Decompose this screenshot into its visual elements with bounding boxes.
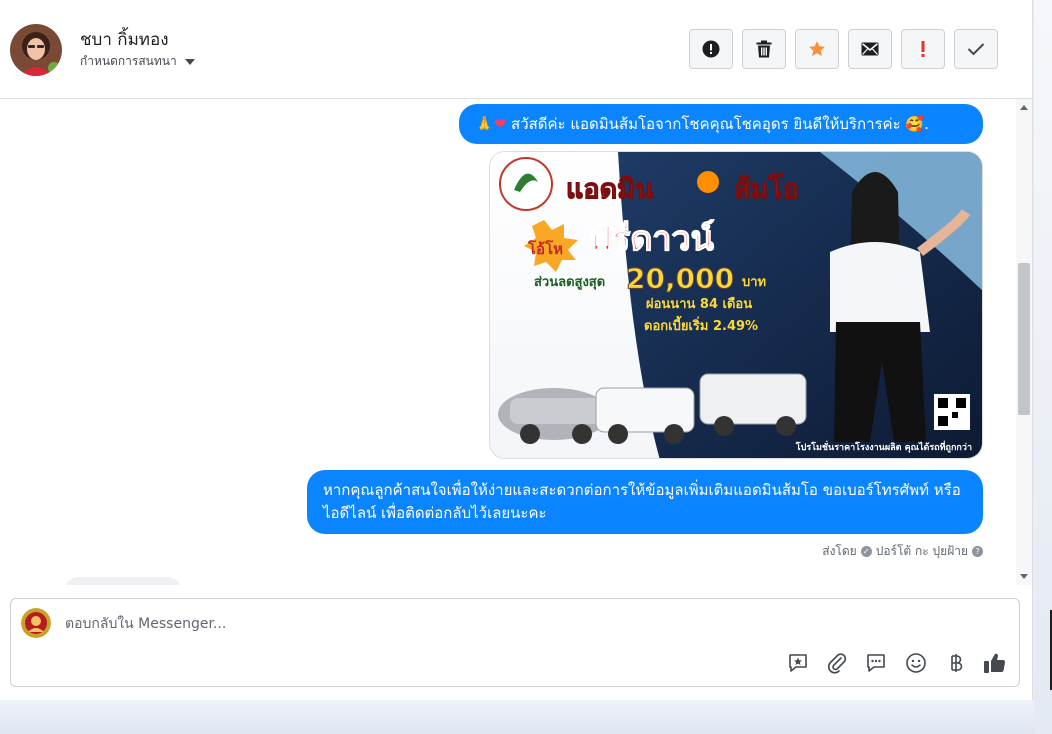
promo-headline: ฟรีดาวน์: [588, 219, 714, 259]
message-text: สวัสดีค่ะ แอดมินส้มโอจากโชคคุณโชคอุดร ยิ…: [511, 115, 901, 133]
attach-file-button[interactable]: [825, 651, 849, 675]
alert-circle-icon: [702, 40, 720, 58]
promo-discount-unit: บาท: [742, 275, 766, 290]
inbox-panel: ชบา กิ้มทอง กำหนดการสนทนา 🙏❤ สวัสดีค่ะ แ…: [0, 0, 1033, 700]
conversation-thread[interactable]: 🙏❤ สวัสดีค่ะ แอดมินส้มโอจากโชคคุณโชคอุดร…: [0, 99, 1016, 585]
scroll-up-arrow-icon[interactable]: [1020, 105, 1028, 110]
emoji-icon: [906, 653, 926, 673]
conversation-scrollbar[interactable]: [1016, 99, 1032, 585]
scroll-down-arrow-icon[interactable]: [1020, 574, 1028, 579]
saved-reply-button[interactable]: [786, 651, 810, 675]
assign-conversation-label: กำหนดการสนทนา: [80, 54, 177, 68]
trash-icon: [756, 40, 772, 58]
contact-avatar[interactable]: [10, 24, 62, 76]
outgoing-message-greeting[interactable]: 🙏❤ สวัสดีค่ะ แอดมินส้มโอจากโชคคุณโชคอุดร…: [459, 104, 983, 144]
follow-up-button[interactable]: [901, 29, 945, 69]
check-icon: [967, 43, 985, 56]
mark-unread-button[interactable]: [848, 29, 892, 69]
smiling-hearts-icon: 🥰: [905, 115, 925, 133]
spam-button[interactable]: [689, 29, 733, 69]
sent-by-name[interactable]: ปอร์โต้ กะ ปุยฝ้าย: [876, 542, 968, 561]
promo-brand-line2: ส้มโอ: [734, 172, 799, 205]
reply-composer: [10, 598, 1020, 687]
scroll-thumb[interactable]: [1018, 263, 1030, 415]
contact-name[interactable]: ชบา กิ้มทอง: [80, 26, 169, 53]
saved-reply-icon: [789, 654, 807, 672]
payment-button[interactable]: [944, 651, 968, 675]
sent-by-label: ส่งโดย: [822, 544, 857, 558]
outgoing-message-followup[interactable]: หากคุณลูกค้าสนใจเพื่อให้ง่ายและสะดวกต่อก…: [307, 470, 983, 534]
bottom-strip: [0, 700, 1034, 734]
incoming-message-stub: [64, 577, 182, 585]
message-text-end: .: [924, 115, 929, 133]
window-edge: [1034, 0, 1052, 734]
sent-by-info: ส่งโดย ✓ ปอร์โต้ กะ ปุยฝ้าย ?: [822, 542, 983, 561]
like-button[interactable]: [983, 651, 1007, 675]
promo-discount-label: ส่วนลดสูงสุด: [534, 275, 605, 290]
delete-button[interactable]: [742, 29, 786, 69]
envelope-icon: [861, 42, 879, 56]
chat-bubble-icon: [867, 654, 885, 672]
assign-conversation-dropdown[interactable]: กำหนดการสนทนา: [80, 52, 195, 71]
quick-reply-button[interactable]: [864, 651, 888, 675]
star-icon: [809, 41, 825, 57]
caret-down-icon: [184, 59, 195, 65]
exclamation-icon: [921, 41, 925, 57]
promo-discount-amount: 20,000: [626, 262, 734, 295]
attachment-icon: [828, 653, 847, 674]
help-icon[interactable]: ?: [972, 546, 983, 557]
thumbs-up-icon: [984, 653, 1006, 673]
pray-hands-icon: 🙏: [475, 115, 494, 133]
red-heart-icon: ❤: [493, 115, 507, 133]
conversation-header: ชบา กิ้มทอง กำหนดการสนทนา: [0, 0, 1032, 99]
outgoing-image-message[interactable]: แอดมิน ส้มโอ โอ้โห ฟรีดาวน์ ส่วนลดสูงสุด…: [489, 151, 983, 459]
promo-installment: ผ่อนนาน 84 เดือน: [646, 296, 752, 312]
emoji-button[interactable]: [904, 651, 928, 675]
promo-image: แอดมิน ส้มโอ โอ้โห ฟรีดาวน์ ส่วนลดสูงสุด…: [490, 152, 982, 458]
promo-offer-badge: โอ้โห: [527, 239, 563, 258]
page-avatar: [21, 608, 51, 638]
mark-done-button[interactable]: [954, 29, 998, 69]
verified-check-icon: ✓: [860, 546, 872, 557]
star-button[interactable]: [795, 29, 839, 69]
reply-input[interactable]: [63, 611, 767, 637]
promo-brand-line1: แอดมิน: [566, 174, 654, 205]
baht-icon: [951, 654, 963, 672]
